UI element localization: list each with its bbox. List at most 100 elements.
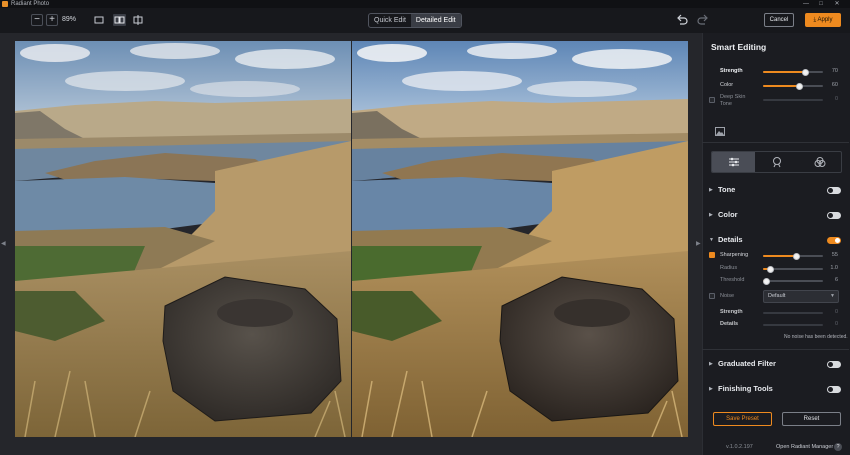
deep-skin-slider[interactable]	[763, 99, 823, 101]
collapse-right-icon[interactable]: ▶	[696, 240, 701, 247]
save-preset-button[interactable]: Save Preset	[713, 412, 772, 426]
strength-value: 70	[831, 68, 838, 74]
apply-button[interactable]: ⤓ Apply	[805, 13, 841, 27]
chevron-down-icon: ▼	[830, 293, 835, 299]
tab-quick-edit[interactable]: Quick Edit	[369, 14, 411, 27]
image-icon[interactable]	[715, 127, 725, 136]
deep-skin-label-2: Tone	[720, 101, 732, 107]
apply-label: Apply	[817, 17, 833, 23]
noise-strength-value: 0	[834, 309, 838, 315]
strength-slider-knob[interactable]	[801, 68, 809, 76]
panel-divider	[702, 349, 849, 350]
sharpening-slider[interactable]	[763, 252, 823, 260]
deep-skin-tone-checkbox[interactable]	[709, 97, 715, 103]
section-color-label: Color	[718, 210, 738, 219]
color-label: Color	[720, 82, 734, 88]
tab-detailed-edit[interactable]: Detailed Edit	[410, 14, 461, 27]
section-color[interactable]: ▶ Color	[709, 210, 841, 222]
sharpening-value: 55	[831, 252, 838, 258]
color-slider-fill	[763, 85, 799, 87]
section-finishing-tools[interactable]: ▶ Finishing Tools	[709, 384, 841, 396]
app-title: Radiant Photo	[11, 1, 50, 7]
finishing-toggle[interactable]	[827, 386, 841, 393]
noise-dropdown[interactable]: Default ▼	[763, 290, 839, 303]
chevron-right-icon: ▶	[709, 361, 713, 367]
title-bar: Radiant Photo — □ ✕	[0, 0, 850, 8]
noise-details-slider[interactable]	[763, 324, 823, 326]
minimize-button[interactable]: —	[800, 0, 812, 8]
open-manager-link[interactable]: Open Radiant Manager	[776, 444, 833, 450]
strength-slider-fill	[763, 71, 805, 73]
undo-icon[interactable]	[676, 14, 688, 26]
threshold-slider[interactable]	[763, 277, 823, 285]
single-view-icon[interactable]	[94, 15, 104, 25]
section-tone[interactable]: ▶ Tone	[709, 185, 841, 197]
zoom-in-button[interactable]: +	[46, 14, 58, 26]
zoom-level: 89%	[62, 16, 77, 23]
cancel-button[interactable]: Cancel	[764, 13, 794, 27]
color-toggle[interactable]	[827, 212, 841, 219]
section-details[interactable]: ▼ Details	[709, 235, 841, 247]
sliders-icon	[728, 157, 739, 167]
zoom-out-button[interactable]: −	[31, 14, 43, 26]
split-view-icon[interactable]	[133, 15, 143, 25]
deep-skin-label-1: Deep Skin	[720, 94, 746, 100]
version-label: v.1.0.2.197	[726, 444, 753, 450]
color-slider-knob[interactable]	[795, 82, 803, 90]
help-icon[interactable]: ?	[834, 443, 842, 451]
section-graduated-filter[interactable]: ▶ Graduated Filter	[709, 359, 841, 371]
tab-portrait[interactable]	[755, 152, 798, 172]
sharpening-slider-fill	[763, 255, 796, 257]
toolbar: − + 89% Quick Edit Detailed Edit Cancel …	[0, 8, 850, 33]
redo-icon[interactable]	[697, 14, 709, 26]
radius-slider-knob[interactable]	[766, 265, 774, 273]
noise-dropdown-value: Default	[768, 293, 786, 299]
edited-photo[interactable]	[352, 41, 688, 437]
reset-button[interactable]: Reset	[782, 412, 841, 426]
strength-label: Strength	[720, 68, 743, 74]
details-toggle[interactable]	[827, 237, 841, 244]
threshold-slider-knob[interactable]	[763, 277, 771, 285]
original-photo[interactable]	[15, 41, 351, 437]
sharpening-checkbox[interactable]	[709, 252, 715, 258]
section-finishing-label: Finishing Tools	[718, 384, 773, 393]
maximize-button[interactable]: □	[815, 0, 827, 8]
section-tone-label: Tone	[718, 185, 736, 194]
color-circles-icon	[814, 157, 825, 167]
radius-value: 1.0	[830, 265, 838, 271]
noise-details-label: Details	[720, 321, 739, 327]
adjustment-tabs	[711, 151, 842, 173]
chevron-right-icon: ▶	[709, 212, 713, 218]
noise-details-value: 0	[834, 321, 838, 327]
graduated-toggle[interactable]	[827, 361, 841, 368]
deep-skin-value: 0	[834, 96, 838, 102]
tone-toggle[interactable]	[827, 187, 841, 194]
threshold-label: Threshold	[720, 277, 745, 283]
chevron-down-icon: ▼	[709, 237, 714, 243]
noise-label: Noise	[720, 293, 735, 299]
section-details-label: Details	[718, 235, 743, 244]
app-logo-icon	[2, 1, 8, 7]
color-slider[interactable]	[763, 82, 823, 90]
noise-checkbox[interactable]	[709, 293, 715, 299]
chevron-right-icon: ▶	[709, 187, 713, 193]
threshold-value: 6	[834, 277, 838, 283]
noise-note: No noise has been detected.	[784, 334, 848, 340]
panel-title: Smart Editing	[711, 42, 767, 52]
noise-strength-label: Strength	[720, 309, 743, 315]
sharpening-slider-knob[interactable]	[792, 252, 800, 260]
noise-strength-slider[interactable]	[763, 312, 823, 314]
radius-slider[interactable]	[763, 265, 823, 273]
panel-divider	[702, 142, 849, 143]
collapse-left-icon[interactable]: ◀	[1, 240, 6, 247]
close-window-button[interactable]: ✕	[831, 0, 843, 8]
section-graduated-label: Graduated Filter	[718, 359, 776, 368]
tab-adjustments[interactable]	[712, 152, 755, 172]
side-by-side-icon[interactable]	[113, 14, 126, 26]
tab-color-circles[interactable]	[798, 152, 841, 172]
color-value: 60	[831, 82, 838, 88]
strength-slider[interactable]	[763, 68, 823, 76]
edit-mode-switch: Quick Edit Detailed Edit	[368, 13, 462, 28]
sharpening-label: Sharpening	[720, 252, 749, 258]
radius-label: Radius	[720, 265, 738, 271]
